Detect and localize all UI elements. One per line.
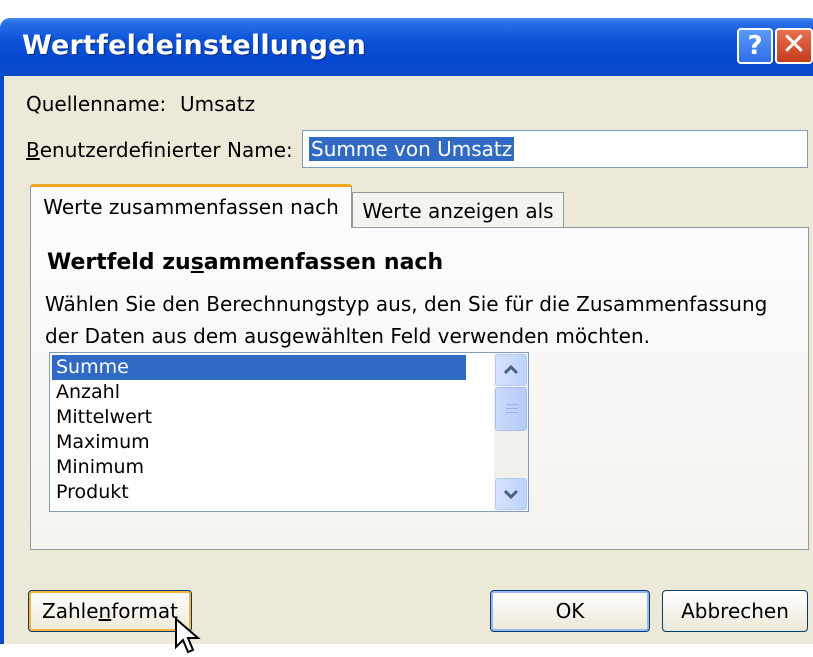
function-listbox[interactable]: Summe Anzahl Mittelwert Maximum Minimum …	[49, 352, 529, 512]
dialog-title: Wertfeldeinstellungen	[22, 30, 367, 61]
help-icon: ?	[747, 31, 763, 61]
ok-button[interactable]: OK	[490, 590, 650, 632]
mouse-pointer-icon	[175, 617, 201, 654]
cancel-button[interactable]: Abbrechen	[662, 590, 808, 632]
close-button[interactable]: ✕	[775, 28, 813, 64]
scroll-up-button[interactable]	[495, 354, 527, 386]
list-item-mittelwert[interactable]: Mittelwert	[52, 405, 466, 430]
chevron-down-icon	[503, 489, 519, 500]
number-format-accesskey: n	[98, 599, 112, 623]
custom-name-value: Summe von Umsatz	[309, 137, 515, 161]
tab-panel-summarize: Wertfeld zusammenfassen nach Wählen Sie …	[30, 227, 809, 550]
listbox-scrollbar[interactable]	[494, 353, 528, 511]
custom-name-accesskey: B	[26, 138, 40, 162]
custom-name-input[interactable]: Summe von Umsatz	[302, 130, 808, 168]
list-item-anzahl[interactable]: Anzahl	[52, 380, 466, 405]
description-line-1: Wählen Sie den Berechnungstyp aus, den S…	[45, 292, 768, 316]
section-title-post: ammenfassen nach	[203, 250, 444, 275]
source-name-value: Umsatz	[180, 92, 256, 116]
custom-name-label-text: enutzerdefinierter Name:	[39, 138, 293, 162]
list-item-produkt[interactable]: Produkt	[52, 480, 466, 505]
dialog-body: Quellenname: Umsatz Benutzerdefinierter …	[0, 76, 813, 654]
top-strip	[0, 0, 813, 18]
thumb-grip	[506, 412, 518, 413]
scroll-thumb[interactable]	[495, 387, 527, 431]
scroll-down-button[interactable]	[495, 478, 527, 510]
help-button[interactable]: ?	[737, 28, 773, 64]
close-icon: ✕	[781, 27, 807, 62]
number-format-button[interactable]: Zahlenformat	[28, 590, 192, 632]
chevron-up-icon	[503, 364, 519, 375]
tab-show-values-as[interactable]: Werte anzeigen als	[352, 192, 564, 230]
list-item-summe[interactable]: Summe	[52, 355, 466, 380]
thumb-grip	[506, 404, 518, 405]
title-bar[interactable]: Wertfeldeinstellungen ? ✕	[0, 18, 813, 76]
dialog-window: Wertfeldeinstellungen ? ✕ Quellenname: U…	[0, 0, 813, 654]
number-format-label-post: format	[111, 599, 178, 623]
section-title: Wertfeld zusammenfassen nach	[47, 250, 443, 275]
section-title-accesskey: s	[190, 250, 204, 275]
list-item-minimum[interactable]: Minimum	[52, 455, 466, 480]
source-name-label: Quellenname:	[26, 92, 167, 116]
description-line-2: der Daten aus dem ausgewählten Feld verw…	[45, 324, 650, 348]
number-format-label-pre: Zahle	[42, 599, 99, 623]
tab-summarize-by[interactable]: Werte zusammenfassen nach	[30, 184, 352, 228]
section-title-pre: Wertfeld zu	[47, 250, 191, 275]
thumb-grip	[506, 408, 518, 409]
list-item-maximum[interactable]: Maximum	[52, 430, 466, 455]
custom-name-label: Benutzerdefinierter Name:	[26, 138, 293, 162]
